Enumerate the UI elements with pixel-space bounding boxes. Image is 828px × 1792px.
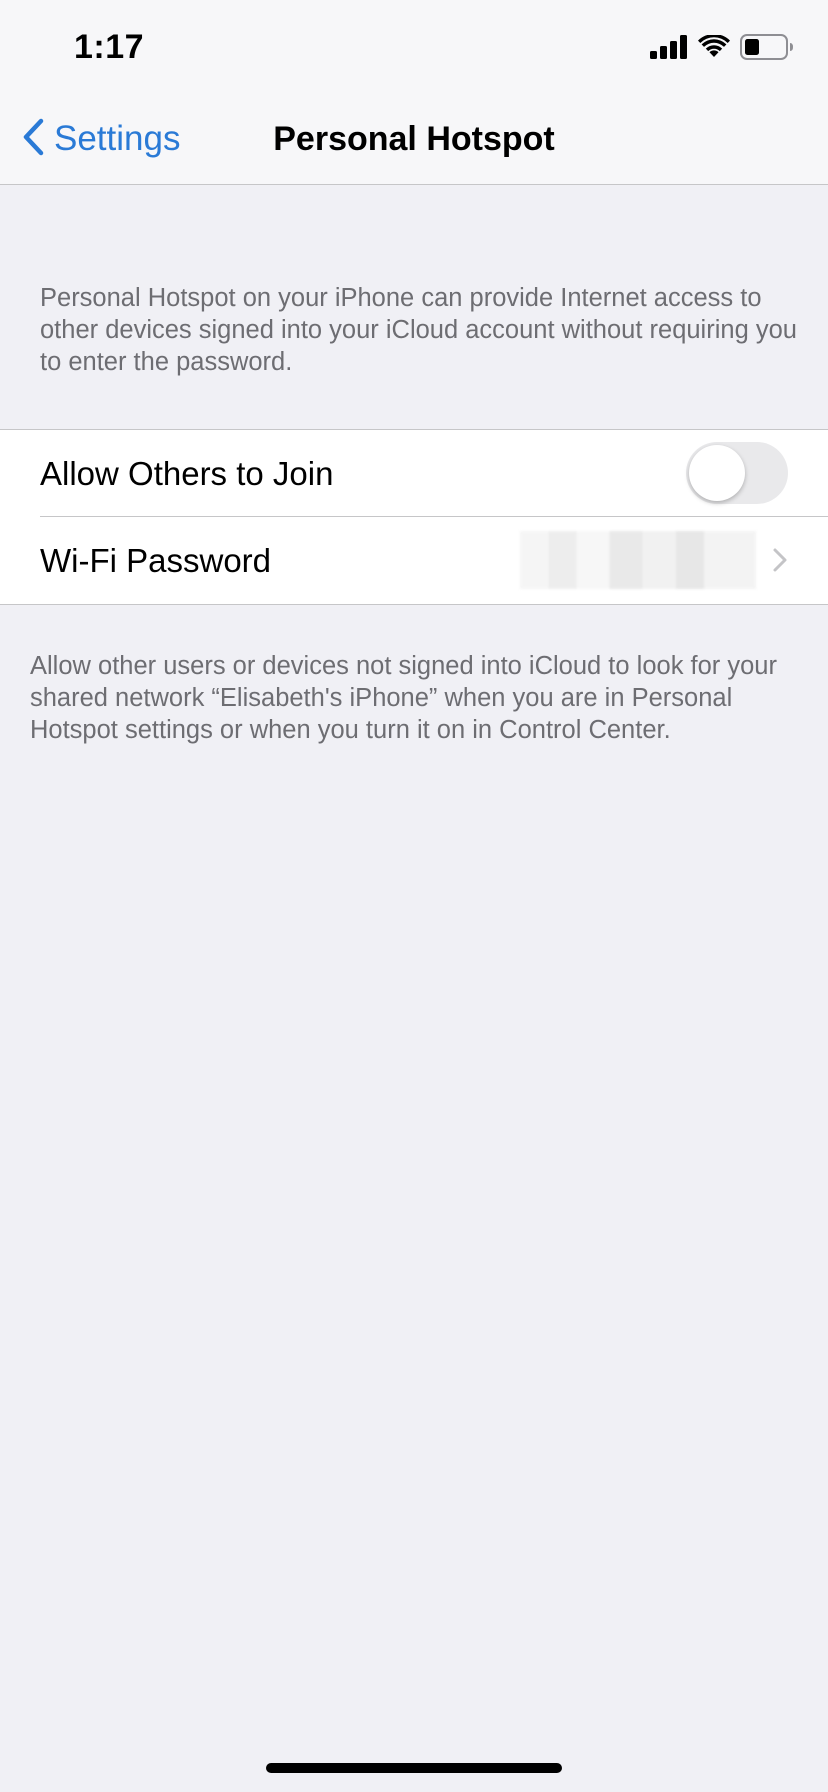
status-time: 1:17 <box>74 28 145 66</box>
page-title: Personal Hotspot <box>273 120 555 158</box>
wifi-password-value-redacted <box>520 531 756 589</box>
status-icons <box>650 33 794 65</box>
allow-others-description: Allow other users or devices not signed … <box>30 652 777 744</box>
wifi-password-label: Wi-Fi Password <box>40 541 272 579</box>
chevron-right-icon <box>772 547 788 573</box>
navigation-bar: Settings Personal Hotspot <box>0 96 828 185</box>
allow-others-toggle[interactable] <box>686 442 788 504</box>
signal-icon <box>650 34 688 64</box>
wifi-icon <box>698 33 730 64</box>
wifi-password-row[interactable]: Wi-Fi Password <box>0 517 828 604</box>
battery-icon <box>740 33 794 65</box>
hotspot-description: Personal Hotspot on your iPhone can prov… <box>40 284 797 376</box>
status-bar: 1:17 <box>0 0 828 96</box>
home-indicator[interactable] <box>266 1763 562 1773</box>
allow-others-row: Allow Others to Join <box>0 430 828 517</box>
toggle-knob <box>689 445 745 501</box>
allow-others-label: Allow Others to Join <box>40 454 334 492</box>
settings-group: Allow Others to Join Wi-Fi Password <box>0 429 828 605</box>
